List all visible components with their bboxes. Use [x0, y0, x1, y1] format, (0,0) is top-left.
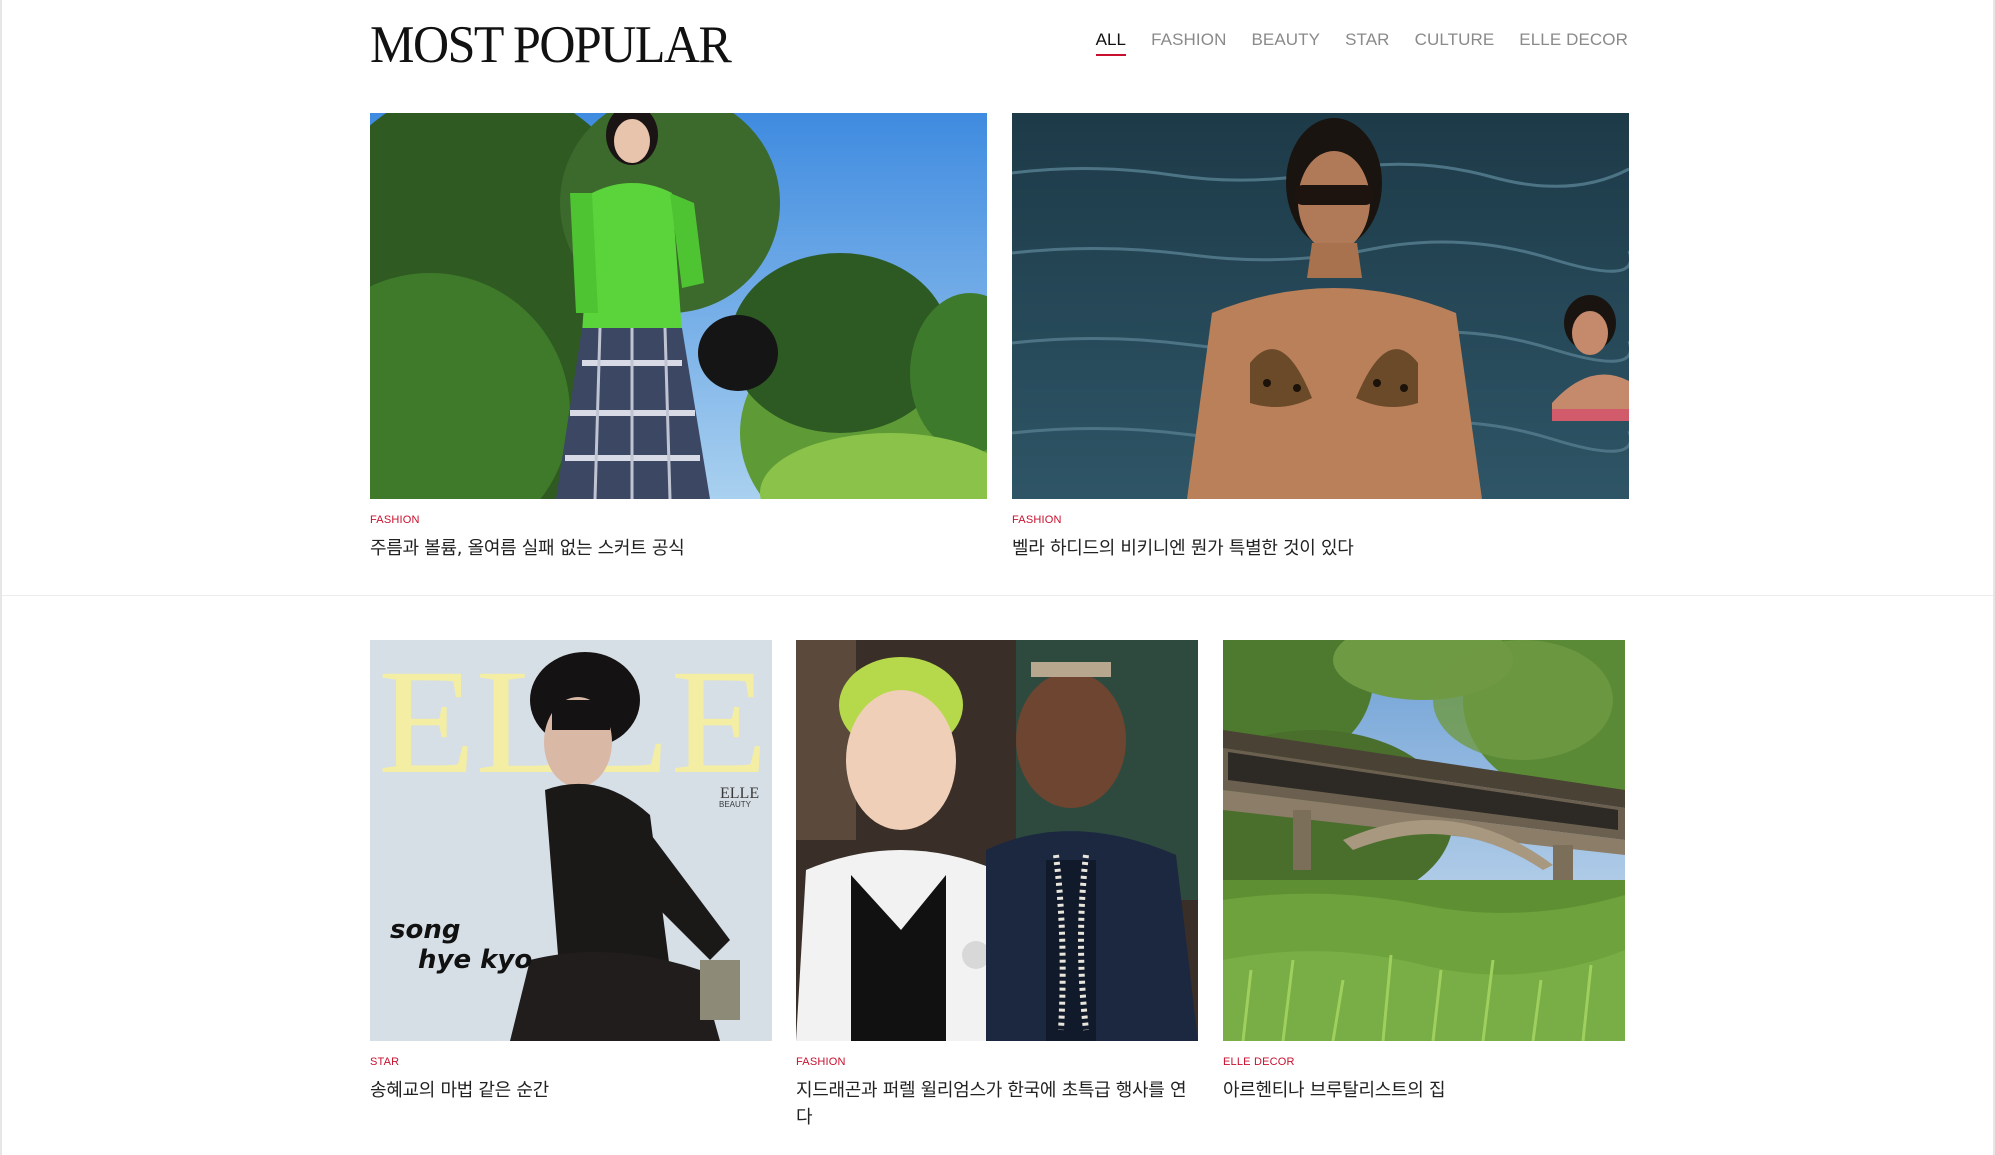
- page-border-left: [0, 0, 2, 1155]
- article-thumbnail[interactable]: [1012, 113, 1629, 499]
- row-divider: [2, 595, 1993, 596]
- article-thumbnail[interactable]: [796, 640, 1198, 1041]
- cover-name-line-1: song: [390, 915, 460, 945]
- article-image: [370, 113, 987, 499]
- tab-culture[interactable]: CULTURE: [1415, 30, 1495, 56]
- tab-star[interactable]: STAR: [1345, 30, 1389, 56]
- article-category[interactable]: ELLE DECOR: [1223, 1055, 1625, 1069]
- article-headline[interactable]: 벨라 하디드의 비키니엔 뭔가 특별한 것이 있다: [1012, 535, 1629, 562]
- article-category[interactable]: FASHION: [1012, 513, 1629, 527]
- article-headline[interactable]: 송혜교의 마법 같은 순간: [370, 1077, 772, 1104]
- article-image: ELLE ELLE BEAUTY song hye kyo: [370, 640, 772, 1041]
- tab-fashion[interactable]: FASHION: [1151, 30, 1226, 56]
- article-headline[interactable]: 아르헨티나 브루탈리스트의 집: [1223, 1077, 1625, 1104]
- article-card[interactable]: FASHION 벨라 하디드의 비키니엔 뭔가 특별한 것이 있다: [1012, 113, 1629, 562]
- article-image: [1012, 113, 1629, 499]
- tab-all[interactable]: ALL: [1095, 30, 1127, 56]
- article-category[interactable]: STAR: [370, 1055, 772, 1069]
- article-thumbnail[interactable]: [1223, 640, 1625, 1041]
- article-thumbnail[interactable]: [370, 113, 987, 499]
- article-category[interactable]: FASHION: [370, 513, 987, 527]
- article-image: [796, 640, 1198, 1041]
- cover-name-line-2: hye kyo: [418, 945, 532, 975]
- section-header: MOST POPULAR ALL FASHION BEAUTY STAR CUL…: [370, 14, 1628, 74]
- section-title: MOST POPULAR: [370, 14, 732, 74]
- tab-beauty[interactable]: BEAUTY: [1251, 30, 1320, 56]
- article-card[interactable]: ELLE DECOR 아르헨티나 브루탈리스트의 집: [1223, 640, 1625, 1104]
- article-headline[interactable]: 지드래곤과 퍼렐 윌리엄스가 한국에 초특급 행사를 연다: [796, 1077, 1198, 1131]
- article-category[interactable]: FASHION: [796, 1055, 1198, 1069]
- category-tabs: ALL FASHION BEAUTY STAR CULTURE ELLE DEC…: [1095, 30, 1628, 56]
- tab-elle-decor[interactable]: ELLE DECOR: [1519, 30, 1628, 56]
- article-headline[interactable]: 주름과 볼륨, 올여름 실패 없는 스커트 공식: [370, 535, 987, 562]
- article-card[interactable]: FASHION 주름과 볼륨, 올여름 실패 없는 스커트 공식: [370, 113, 987, 562]
- cover-sub-label: BEAUTY: [719, 800, 752, 809]
- article-card[interactable]: FASHION 지드래곤과 퍼렐 윌리엄스가 한국에 초특급 행사를 연다: [796, 640, 1198, 1131]
- article-image: [1223, 640, 1625, 1041]
- article-thumbnail[interactable]: ELLE ELLE BEAUTY song hye kyo: [370, 640, 772, 1041]
- article-card[interactable]: ELLE ELLE BEAUTY song hye kyo STAR 송혜교의 …: [370, 640, 772, 1104]
